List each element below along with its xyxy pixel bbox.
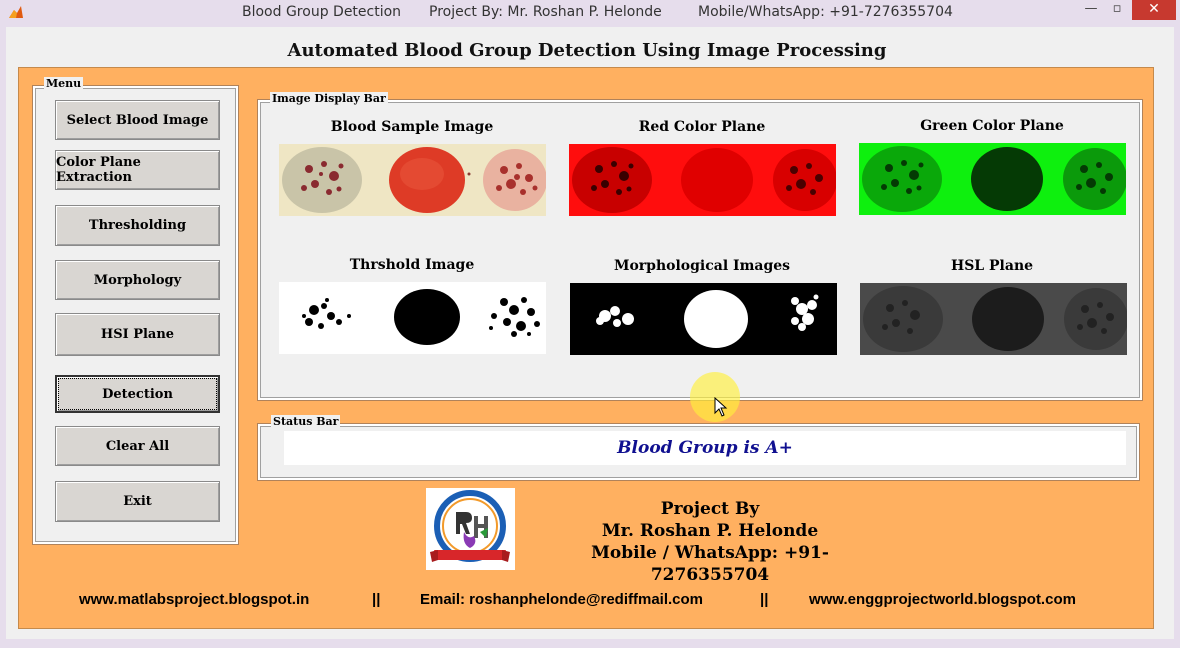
window-contact: Mobile/WhatsApp: +91-7276355704 <box>698 4 953 20</box>
image-display-legend: Image Display Bar <box>270 92 388 105</box>
maximize-button[interactable]: ▫ <box>1104 0 1130 20</box>
footer-site-link: www.enggprojectworld.blogspot.com <box>809 591 1076 608</box>
morphological-image <box>570 283 837 355</box>
rh-logo-icon <box>430 490 510 562</box>
footer-separator-1: || <box>372 591 381 608</box>
window-titlebar[interactable]: Blood Group Detection Project By: Mr. Ro… <box>0 0 1180 26</box>
detection-button[interactable]: Detection <box>55 375 220 413</box>
blood-sample-image <box>279 144 546 216</box>
green-plane-image <box>859 143 1126 215</box>
threshold-caption: Thrshold Image <box>349 257 475 273</box>
green-plane-caption: Green Color Plane <box>920 118 1064 134</box>
credits-line-3: Mobile / WhatsApp: +91-7276355704 <box>591 543 829 585</box>
menu-legend: Menu <box>44 77 84 90</box>
select-blood-image-button[interactable]: Select Blood Image <box>55 100 220 140</box>
red-plane-caption: Red Color Plane <box>638 119 766 135</box>
author-logo <box>426 488 515 570</box>
color-plane-extraction-button[interactable]: Color Plane Extraction <box>55 150 220 190</box>
threshold-image <box>279 282 546 354</box>
mouse-pointer-icon <box>714 397 728 417</box>
window-project-by: Project By: Mr. Roshan P. Helonde <box>429 4 662 20</box>
minimize-button[interactable]: — <box>1078 0 1104 20</box>
clear-all-button[interactable]: Clear All <box>55 426 220 466</box>
footer-blog-link: www.matlabsproject.blogspot.in <box>79 591 310 608</box>
credits-block: Project By Mr. Roshan P. Helonde Mobile … <box>540 498 880 586</box>
morphology-button[interactable]: Morphology <box>55 260 220 300</box>
hsl-plane-caption: HSL Plane <box>950 258 1034 274</box>
hsi-plane-button[interactable]: HSI Plane <box>55 313 220 356</box>
red-plane-image <box>569 144 836 216</box>
status-text: Blood Group is A+ <box>284 431 1126 465</box>
footer-email: Email: roshanphelonde@rediffmail.com <box>420 591 704 608</box>
credits-line-2: Mr. Roshan P. Helonde <box>601 521 819 541</box>
exit-button[interactable]: Exit <box>55 481 220 522</box>
status-legend: Status Bar <box>271 415 341 428</box>
blood-sample-caption: Blood Sample Image <box>330 119 494 135</box>
page-title: Automated Blood Group Detection Using Im… <box>287 40 887 61</box>
credits-line-1: Project By <box>660 499 760 519</box>
morphological-caption: Morphological Images <box>613 258 791 274</box>
footer-separator-2: || <box>760 591 769 608</box>
thresholding-button[interactable]: Thresholding <box>55 205 220 246</box>
matlab-icon <box>9 6 23 18</box>
close-button[interactable]: ✕ <box>1132 0 1176 20</box>
window-title: Blood Group Detection <box>242 4 402 20</box>
hsl-plane-image <box>860 283 1127 355</box>
